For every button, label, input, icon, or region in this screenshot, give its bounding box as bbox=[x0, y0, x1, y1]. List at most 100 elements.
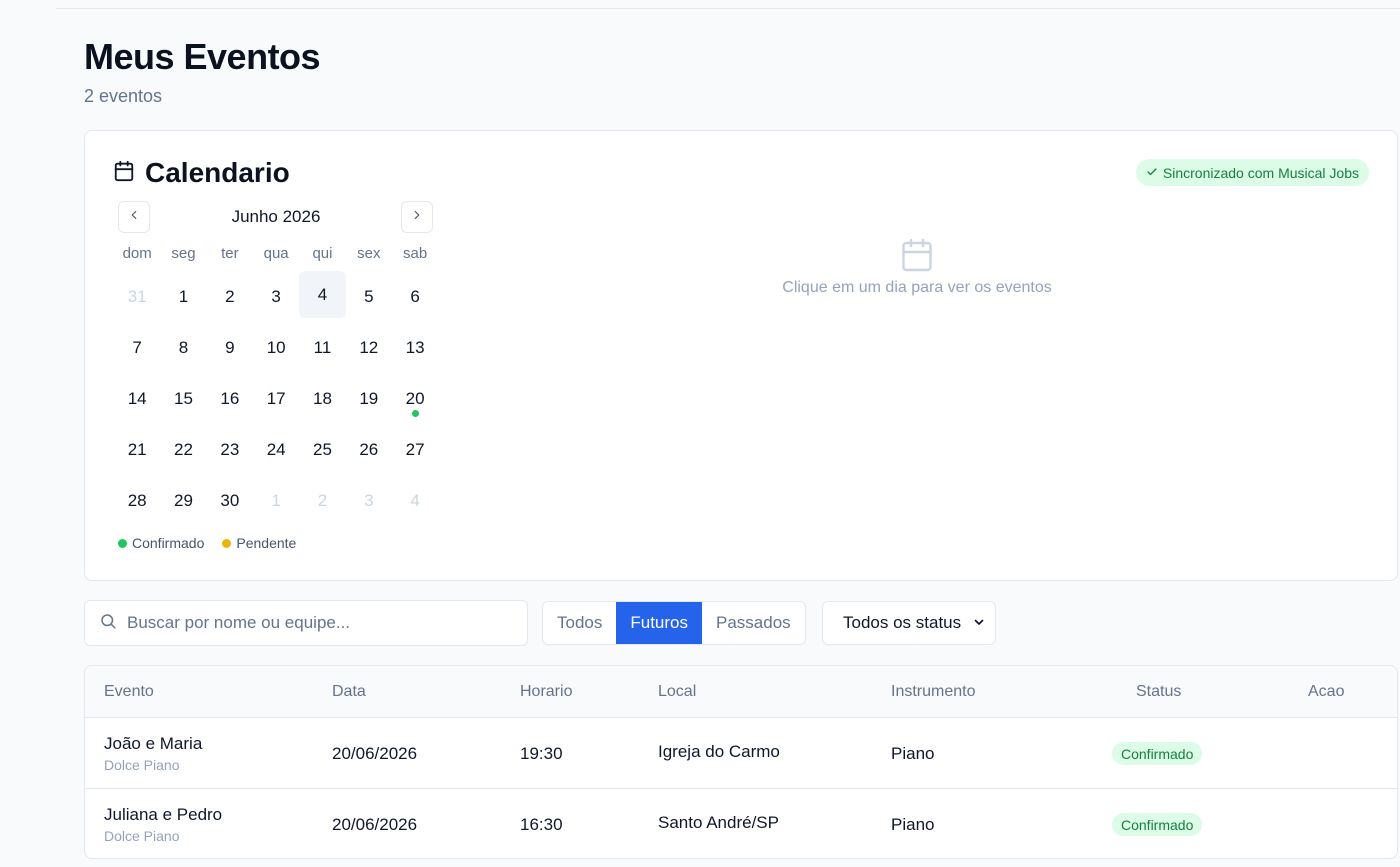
event-name: Juliana e Pedro bbox=[104, 805, 223, 824]
calendar-day-grid: 31 1 2 3 4 5 6 7 8 9 10 11 12 13 14 15 16 17 18 19 20 21 22 23 2… bbox=[114, 271, 438, 526]
calendar-day[interactable]: 24 bbox=[253, 424, 299, 475]
calendar-day[interactable]: 20 bbox=[392, 373, 438, 424]
status-filter-value: Todos os status bbox=[843, 613, 962, 632]
page-title: Meus Eventos bbox=[84, 36, 321, 77]
calendar-day-number: 6 bbox=[410, 286, 420, 306]
filter-passados-button[interactable]: Passados bbox=[702, 602, 805, 644]
event-name: João e Maria bbox=[104, 734, 203, 753]
column-header-instrumento: Instrumento bbox=[891, 683, 976, 700]
calendar-day[interactable]: 3 bbox=[253, 271, 299, 322]
calendar-day-number: 1 bbox=[178, 286, 189, 306]
calendar-day-number: 16 bbox=[220, 388, 240, 408]
sync-status-label: Sincronizado com Musical Jobs bbox=[1162, 164, 1359, 181]
calendar-day[interactable]: 5 bbox=[346, 271, 392, 322]
filter-futuros-button[interactable]: Futuros bbox=[616, 602, 703, 644]
calendar-day-number: 27 bbox=[405, 439, 425, 459]
sync-status-badge: Sincronizado com Musical Jobs bbox=[1135, 159, 1369, 186]
calendar-day[interactable]: 31 bbox=[114, 271, 160, 322]
calendar-day-number: 17 bbox=[266, 388, 286, 408]
calendar-day-number: 23 bbox=[220, 439, 240, 459]
calendar-icon bbox=[113, 160, 135, 187]
filter-todos-button[interactable]: Todos bbox=[543, 602, 616, 644]
status-badge: Confirmado bbox=[1112, 813, 1203, 836]
calendar-day-number: 18 bbox=[313, 388, 332, 408]
calendar-day[interactable]: 3 bbox=[346, 475, 392, 526]
calendar-day[interactable]: 6 bbox=[392, 271, 438, 322]
search-input[interactable] bbox=[127, 613, 507, 633]
calendar-day[interactable]: 26 bbox=[346, 424, 392, 475]
calendar-day[interactable]: 4 bbox=[392, 475, 438, 526]
empty-state-text: Clique em um dia para ver os eventos bbox=[782, 279, 1052, 296]
column-header-status: Status bbox=[1136, 683, 1182, 700]
event-cell: Juliana e Pedro Dolce Piano bbox=[104, 805, 222, 844]
calendar-day[interactable]: 2 bbox=[207, 271, 253, 322]
event-date: 20/06/2026 bbox=[332, 744, 418, 763]
calendar-day-today[interactable]: 4 bbox=[299, 271, 346, 318]
calendar-day[interactable]: 7 bbox=[114, 322, 160, 373]
calendar-day[interactable]: 1 bbox=[253, 475, 299, 526]
calendar-day[interactable]: 15 bbox=[160, 373, 206, 424]
calendar-day-number: 11 bbox=[313, 337, 332, 357]
calendar-day[interactable]: 25 bbox=[299, 424, 345, 475]
weekday-label: sab bbox=[403, 245, 428, 262]
column-header-acao: Acao bbox=[1308, 683, 1345, 700]
calendar-day[interactable]: 22 bbox=[160, 424, 206, 475]
legend-confirmed: Confirmado bbox=[118, 535, 204, 551]
calendar-day-number: 9 bbox=[225, 337, 235, 357]
weekday-label: qua bbox=[263, 245, 289, 262]
calendar-day[interactable]: 17 bbox=[253, 373, 299, 424]
calendar-day[interactable]: 2 bbox=[299, 475, 345, 526]
search-icon bbox=[85, 612, 117, 635]
search-field[interactable] bbox=[84, 600, 528, 646]
calendar-day[interactable]: 23 bbox=[207, 424, 253, 475]
calendar-day[interactable]: 18 bbox=[299, 373, 345, 424]
calendar-day[interactable]: 21 bbox=[114, 424, 160, 475]
calendar-day-number: 24 bbox=[266, 439, 286, 459]
calendar-day[interactable]: 12 bbox=[346, 322, 392, 373]
calendar-day-number: 14 bbox=[127, 388, 147, 408]
calendar-day-number: 15 bbox=[174, 388, 193, 408]
calendar-day-number: 8 bbox=[178, 337, 189, 357]
calendar-day-number: 3 bbox=[364, 490, 374, 510]
event-instrument: Piano bbox=[891, 815, 935, 834]
calendar-day[interactable]: 19 bbox=[346, 373, 392, 424]
legend-pending: Pendente bbox=[222, 535, 296, 551]
top-divider bbox=[56, 8, 1400, 9]
calendar-day[interactable]: 30 bbox=[207, 475, 253, 526]
next-month-button[interactable] bbox=[401, 201, 433, 233]
calendar-day[interactable]: 16 bbox=[207, 373, 253, 424]
calendar-day[interactable]: 9 bbox=[207, 322, 253, 373]
calendar-day[interactable]: 29 bbox=[160, 475, 206, 526]
calendar-day-number: 20 bbox=[405, 388, 425, 408]
status-filter-select[interactable]: Todos os status bbox=[822, 601, 996, 645]
event-place: Santo André/SP bbox=[658, 813, 779, 832]
column-header-local: Local bbox=[658, 683, 697, 700]
calendar-day-number: 29 bbox=[174, 490, 193, 510]
calendar-day-number: 22 bbox=[174, 439, 193, 459]
calendar-day-number: 7 bbox=[132, 337, 142, 357]
calendar-day[interactable]: 27 bbox=[392, 424, 438, 475]
calendar-day[interactable]: 11 bbox=[299, 322, 345, 373]
event-time: 16:30 bbox=[520, 815, 563, 834]
calendar-icon bbox=[705, 237, 1129, 273]
calendar-day[interactable]: 10 bbox=[253, 322, 299, 373]
event-instrument: Piano bbox=[891, 744, 935, 763]
calendar-day-number: 2 bbox=[225, 286, 235, 306]
calendar-day[interactable]: 14 bbox=[114, 373, 160, 424]
legend-confirmed-label: Confirmado bbox=[132, 535, 205, 551]
calendar-day[interactable]: 28 bbox=[114, 475, 160, 526]
month-navigation: Junho 2026 bbox=[118, 201, 434, 233]
calendar-day[interactable]: 1 bbox=[160, 271, 206, 322]
calendar-day[interactable]: 8 bbox=[160, 322, 206, 373]
legend-pending-label: Pendente bbox=[236, 535, 297, 551]
table-header: Evento Data Horario Local Instrumento St… bbox=[85, 666, 1397, 718]
legend-confirmed-dot bbox=[118, 538, 127, 548]
calendar-day[interactable]: 13 bbox=[392, 322, 438, 373]
calendar-day-number: 1 bbox=[271, 490, 281, 510]
event-cell: João e Maria Dolce Piano bbox=[104, 734, 202, 773]
table-row[interactable]: João e Maria Dolce Piano 20/06/2026 19:3… bbox=[85, 718, 1397, 788]
weekday-header-row: dom seg ter qua qui sex sab bbox=[114, 245, 438, 262]
weekday-label: sex bbox=[357, 245, 381, 262]
table-row[interactable]: Juliana e Pedro Dolce Piano 20/06/2026 1… bbox=[85, 788, 1397, 858]
calendar-day-number: 10 bbox=[266, 337, 286, 357]
